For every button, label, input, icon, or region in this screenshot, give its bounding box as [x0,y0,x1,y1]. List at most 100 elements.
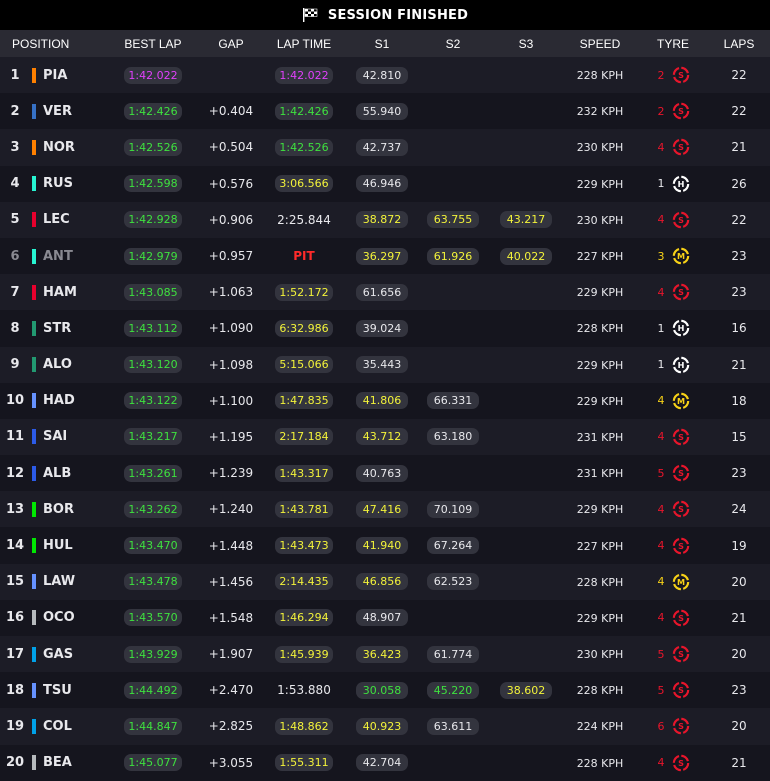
speed-value: 230 KPH [576,141,624,155]
lap-time-value: 1:46.294 [275,609,333,627]
col-header-tyre[interactable]: TYRE [638,30,708,57]
position-number: 20 [5,755,25,771]
table-row[interactable]: 16 OCO 1:43.570 +1.548 1:46.294 48.907 229 K… [0,599,770,636]
position-number: 3 [10,139,20,155]
session-title-text: SESSION FINISHED [327,7,469,23]
tyre-compound: S [678,432,684,442]
table-row[interactable]: 19 COL 1:44.847 +2.825 1:48.862 40.923 63.61… [0,708,770,745]
table-row[interactable]: 14 HUL 1:43.470 +1.448 1:43.473 41.940 67.26… [0,527,770,564]
laps-value: 21 [731,357,747,372]
best-lap-value: 1:43.112 [124,319,182,337]
sector-1-value: 42.704 [356,754,408,772]
best-lap-value: 1:43.122 [124,392,182,410]
table-row[interactable]: 13 BOR 1:43.262 +1.240 1:43.781 47.416 70.10… [0,491,770,528]
team-color-bar [32,574,36,590]
driver-code: BOR [43,501,74,517]
laps-value: 22 [731,104,747,119]
table-row[interactable]: 12 ALB 1:43.261 +1.239 1:43.317 40.763 231 K… [0,455,770,492]
gap-value: +2.470 [208,683,254,698]
col-header-position[interactable]: POSITION [0,30,104,57]
table-row[interactable]: 1 PIA 1:42.022 1:42.022 42.810 228 KPH 2 S … [0,57,770,94]
driver-code: HUL [43,538,73,554]
position-number: 7 [10,284,20,300]
lap-time-value: 1:55.311 [275,754,333,772]
col-header-s2[interactable]: S2 [416,30,490,57]
table-row[interactable]: 6 ANT 1:42.979 +0.957 PIT 36.297 61.926 40.02… [0,237,770,275]
table-row[interactable]: 20 BEA 1:45.077 +3.055 1:55.311 42.704 228 K… [0,744,770,781]
speed-value: 229 KPH [576,611,624,625]
best-lap-value: 1:45.077 [124,754,182,772]
sector-2-value: 63.755 [427,211,479,229]
table-row[interactable]: 7 HAM 1:43.085 +1.063 1:52.172 61.656 229 KP… [0,274,770,311]
table-row[interactable]: 4 RUS 1:42.598 +0.576 3:06.566 46.946 229 KP… [0,165,770,202]
tyre-compound: S [678,468,684,478]
driver-code: HAM [43,284,77,300]
tyre-compound: S [678,685,684,695]
col-header-s1[interactable]: S1 [348,30,416,57]
table-row[interactable]: 18 TSU 1:44.492 +2.470 1:53.880 30.058 45.22… [0,672,770,709]
lap-time-value: 1:43.781 [275,500,333,518]
tyre-compound: H [677,360,684,370]
table-row[interactable]: 2 VER 1:42.426 +0.404 1:42.426 55.940 232 KP… [0,93,770,130]
soft-tyre-icon: S [672,609,689,627]
sector-1-value: 30.058 [356,681,408,699]
driver-code: HAD [43,393,75,409]
tyre-compound: S [678,215,684,225]
team-color-bar [32,212,36,228]
driver-code: ALO [43,357,72,373]
table-row[interactable]: 5 LEC 1:42.928 +0.906 2:25.844 38.872 63.755… [0,201,770,238]
table-row[interactable]: 3 NOR 1:42.526 +0.504 1:42.526 42.737 230 KP… [0,129,770,166]
team-color-bar [32,429,36,445]
col-header-lap-time[interactable]: LAP TIME [260,30,348,57]
sector-1-value: 40.923 [356,717,408,735]
speed-value: 228 KPH [576,69,624,83]
table-row[interactable]: 15 LAW 1:43.478 +1.456 2:14.435 46.856 62.52… [0,563,770,600]
col-header-s3[interactable]: S3 [490,30,562,57]
lap-time-value: 3:06.566 [275,175,333,193]
team-color-bar [32,284,36,300]
table-row[interactable]: 8 STR 1:43.112 +1.090 6:32.986 39.024 228 KP… [0,310,770,347]
laps-value: 19 [731,538,747,553]
laps-value: 20 [731,647,747,662]
col-header-best-lap[interactable]: BEST LAP [104,30,202,57]
timing-table: POSITION BEST LAP GAP LAP TIME S1 S2 S3 … [0,30,770,781]
driver-code: VER [43,103,72,119]
gap-value: +1.907 [208,647,254,662]
sector-1-value: 61.656 [356,283,408,301]
lap-time-value: 1:53.880 [277,683,331,698]
position-number: 12 [5,465,25,481]
gap-value: +3.055 [208,755,254,770]
best-lap-value: 1:43.262 [124,500,182,518]
best-lap-value: 1:43.217 [124,428,182,446]
sector-1-value: 39.024 [356,319,408,337]
position-number: 1 [10,67,20,83]
speed-value: 228 KPH [576,575,624,589]
best-lap-value: 1:43.470 [124,537,182,555]
position-number: 15 [5,574,25,590]
gap-value: +0.906 [208,212,254,227]
laps-value: 24 [731,502,747,517]
table-row[interactable]: 9 ALO 1:43.120 +1.098 5:15.066 35.443 229 KP… [0,346,770,383]
driver-code: OCO [43,610,75,626]
driver-code: SAI [43,429,68,445]
sector-1-value: 48.907 [356,609,408,627]
table-row[interactable]: 11 SAI 1:43.217 +1.195 2:17.184 43.712 63.18… [0,418,770,456]
col-header-speed[interactable]: SPEED [562,30,638,57]
col-header-laps[interactable]: LAPS [708,30,770,57]
gap-value: +0.404 [208,104,254,119]
driver-code: RUS [43,176,73,192]
table-body: 1 PIA 1:42.022 1:42.022 42.810 228 KPH 2 S … [0,57,770,781]
gap-value: +1.456 [208,574,254,589]
position-number: 8 [10,320,20,336]
gap-value: +1.548 [208,610,254,625]
table-row[interactable]: 17 GAS 1:43.929 +1.907 1:45.939 36.423 61.77… [0,636,770,673]
best-lap-value: 1:42.928 [124,211,182,229]
table-row[interactable]: 10 HAD 1:43.122 +1.100 1:47.835 41.806 66.33… [0,382,770,419]
driver-code: STR [43,320,72,336]
lap-time-value: 2:14.435 [275,573,333,591]
col-header-gap[interactable]: GAP [202,30,260,57]
tyre-compound: S [678,143,684,153]
sector-1-value: 41.940 [356,537,408,555]
medium-tyre-icon: M [672,392,689,410]
tyre-compound: M [676,396,684,406]
